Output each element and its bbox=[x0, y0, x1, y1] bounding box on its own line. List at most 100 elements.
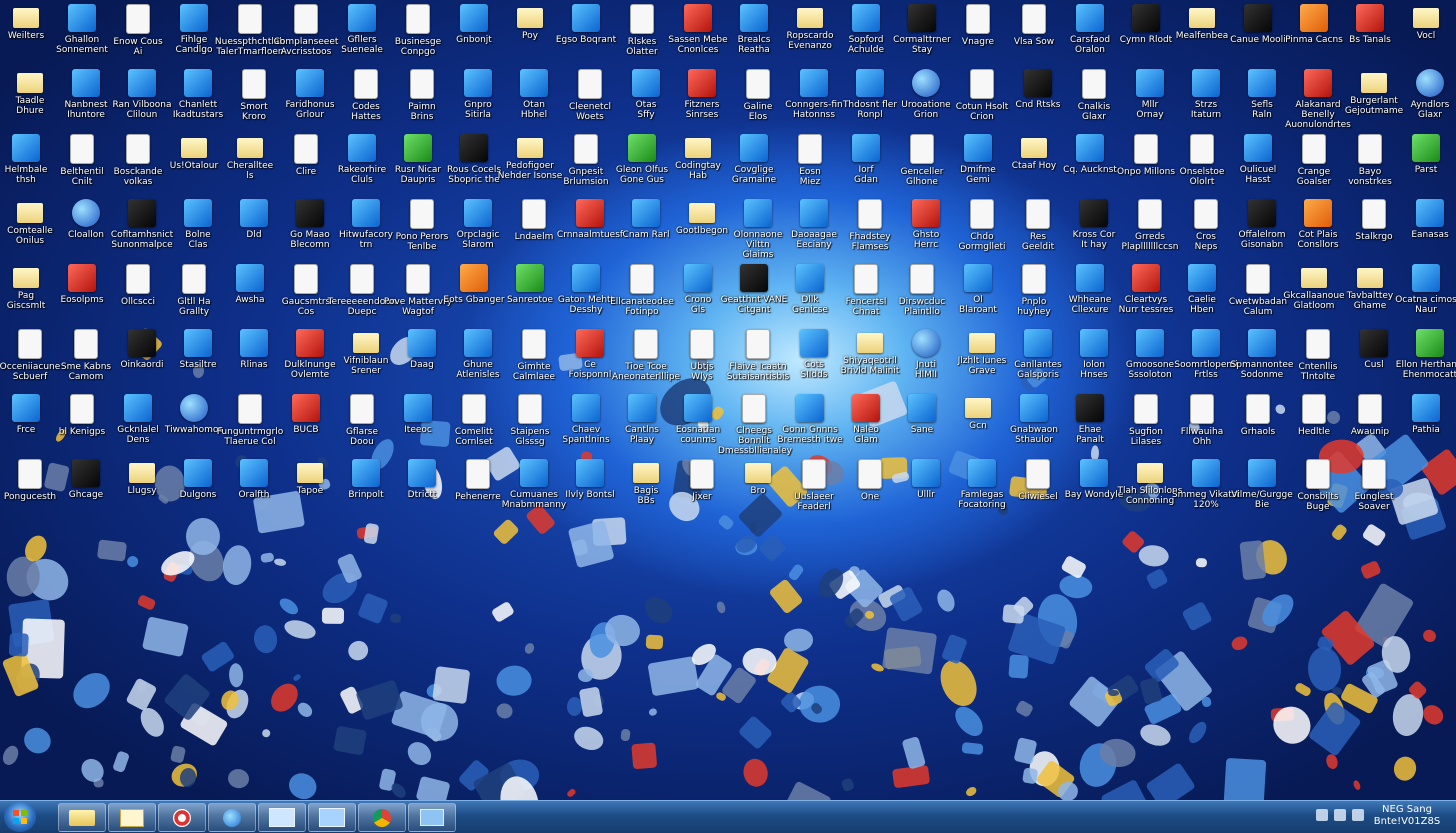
doc-icon bbox=[746, 69, 770, 99]
desktop-icon[interactable]: Grhaols bbox=[1228, 394, 1288, 456]
desktop-icon[interactable]: Famlegas Focatoring bbox=[952, 459, 1012, 521]
folder-icon bbox=[129, 463, 155, 483]
app-icon bbox=[968, 459, 996, 487]
notepad-icon bbox=[120, 808, 144, 827]
tray-network-icon[interactable] bbox=[1334, 809, 1346, 821]
app-icon bbox=[464, 199, 492, 227]
doc-icon bbox=[1134, 134, 1158, 164]
green-icon bbox=[516, 264, 544, 292]
browser-icon bbox=[223, 808, 241, 827]
dark-icon bbox=[740, 264, 768, 292]
taskbar-window[interactable] bbox=[258, 803, 306, 832]
doc-icon bbox=[910, 134, 934, 164]
dark-icon bbox=[1244, 4, 1272, 32]
desktop-icon[interactable]: Ellon Herthanrt Ehenmocatt bbox=[1396, 329, 1456, 391]
app-icon bbox=[240, 329, 268, 357]
desktop-icon[interactable]: Frce bbox=[0, 394, 56, 456]
desktop-icon[interactable]: Eosolpms bbox=[52, 264, 112, 326]
doc-icon bbox=[294, 134, 318, 164]
desktop-icon[interactable]: Vocl bbox=[1396, 4, 1456, 66]
doc-icon bbox=[858, 459, 882, 489]
app-icon bbox=[408, 329, 436, 357]
red-icon bbox=[1304, 69, 1332, 97]
app-icon bbox=[184, 69, 212, 97]
doc-icon bbox=[350, 264, 374, 294]
folder-icon bbox=[965, 398, 991, 418]
desktop-icon[interactable]: Bagis BBs bbox=[616, 459, 676, 521]
desktop-icon[interactable]: Cot Plais Consllors bbox=[1288, 199, 1348, 261]
green-icon bbox=[1412, 134, 1440, 162]
app-icon bbox=[1192, 69, 1220, 97]
taskbar-window-2[interactable] bbox=[308, 803, 356, 832]
desktop-icon[interactable]: Eunglest Soaver bbox=[1344, 459, 1404, 521]
folder-icon bbox=[13, 8, 39, 28]
doc-icon bbox=[242, 69, 266, 99]
doc-icon bbox=[966, 4, 990, 34]
desktop-icon[interactable]: Orpclagic Slarom bbox=[448, 199, 508, 261]
app-icon bbox=[632, 69, 660, 97]
green-icon bbox=[404, 134, 432, 162]
doc-icon bbox=[1134, 394, 1158, 424]
doc-icon bbox=[462, 394, 486, 424]
doc-icon bbox=[1306, 329, 1330, 359]
app-icon bbox=[1136, 69, 1164, 97]
taskbar-app[interactable] bbox=[408, 803, 456, 832]
app-icon bbox=[1192, 329, 1220, 357]
folder-icon bbox=[13, 268, 39, 288]
app-icon bbox=[1020, 394, 1048, 422]
window-icon bbox=[269, 808, 295, 827]
app-icon bbox=[1076, 134, 1104, 162]
app-icon bbox=[12, 134, 40, 162]
desktop-icon[interactable]: Parst bbox=[1396, 134, 1456, 196]
taskbar-browser-ie[interactable] bbox=[208, 803, 256, 832]
doc-icon bbox=[1026, 459, 1050, 489]
doc-icon bbox=[126, 264, 150, 294]
desktop-icon[interactable]: Eanasas bbox=[1400, 199, 1456, 261]
desktop-icon[interactable]: Fllwauiha Ohh bbox=[1172, 394, 1232, 456]
dark-icon bbox=[460, 134, 488, 162]
taskbar-explorer[interactable] bbox=[58, 803, 106, 832]
dark-icon bbox=[1080, 199, 1108, 227]
taskbar-clock[interactable]: NEG Sang Bnte!V01Z8S bbox=[1372, 804, 1442, 828]
folder-icon bbox=[685, 138, 711, 158]
doc-icon bbox=[126, 4, 150, 34]
app-icon bbox=[12, 394, 40, 422]
taskbar-chrome[interactable] bbox=[358, 803, 406, 832]
clock-date: Bnte!V01Z8S bbox=[1373, 816, 1441, 827]
desktop-icon[interactable]: Ayndlors Glaxr bbox=[1400, 69, 1456, 131]
doc-icon bbox=[1190, 394, 1214, 424]
taskbar-notes[interactable] bbox=[108, 803, 156, 832]
app-icon bbox=[460, 4, 488, 32]
desktop-icon[interactable]: Cheralltee ls bbox=[220, 134, 280, 196]
taskbar-media[interactable] bbox=[158, 803, 206, 832]
doc-icon bbox=[1302, 394, 1326, 424]
doc-icon bbox=[802, 459, 826, 489]
desktop-icon[interactable]: Vnagre bbox=[948, 4, 1008, 66]
folder-icon bbox=[797, 8, 823, 28]
app-icon bbox=[404, 394, 432, 422]
app-icon bbox=[800, 329, 828, 357]
start-button[interactable] bbox=[4, 802, 36, 832]
tray-flag-icon[interactable] bbox=[1316, 809, 1328, 821]
folder-icon bbox=[745, 463, 771, 483]
desktop-icon-grid: Weilters Ghallon Sonnement Enow Cous Ai Fih… bbox=[0, 0, 1456, 800]
desktop-icon[interactable]: Ocatna cimos Naur bbox=[1395, 264, 1456, 326]
taskbar: NEG Sang Bnte!V01Z8S bbox=[0, 800, 1456, 833]
tray-volume-icon[interactable] bbox=[1352, 809, 1364, 821]
doc-icon bbox=[746, 329, 770, 359]
doc-icon bbox=[406, 4, 430, 34]
desktop-icon[interactable]: Pathia bbox=[1396, 394, 1456, 456]
app-icon bbox=[240, 459, 268, 487]
folder-icon bbox=[237, 138, 263, 158]
desktop-icon[interactable]: Cormalttrner Stay bbox=[892, 4, 952, 66]
desktop-icon[interactable]: Hedltle bbox=[1284, 394, 1344, 456]
dark-icon bbox=[72, 459, 100, 487]
doc-icon bbox=[522, 329, 546, 359]
desktop-icon[interactable]: Uuslaeer Feaderl bbox=[784, 459, 844, 521]
desktop-icon[interactable]: Cq. Aucknst bbox=[1060, 134, 1120, 196]
folder-icon bbox=[1189, 8, 1215, 28]
app-icon bbox=[128, 69, 156, 97]
app-icon bbox=[796, 394, 824, 422]
app-icon bbox=[1244, 134, 1272, 162]
desktop-icon[interactable]: Dtrictt bbox=[392, 459, 452, 521]
